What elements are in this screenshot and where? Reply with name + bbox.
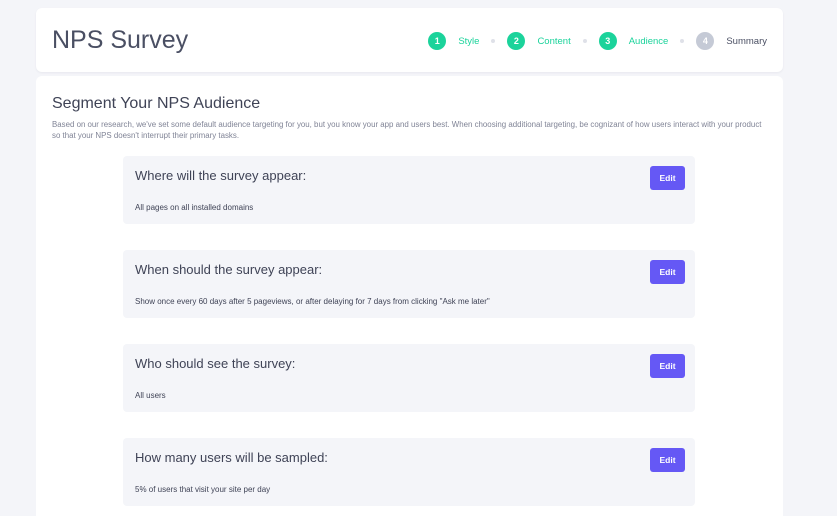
step-separator xyxy=(582,39,587,43)
step-separator xyxy=(680,39,685,43)
section-description: Based on our research, we've set some de… xyxy=(52,120,762,140)
edit-timing-button[interactable]: Edit xyxy=(650,260,685,284)
step-content[interactable]: 2 Content xyxy=(507,32,571,50)
page-title: NPS Survey xyxy=(52,26,189,54)
setting-value: All users xyxy=(135,391,166,400)
setting-question: Who should see the survey: xyxy=(135,356,296,371)
step-summary[interactable]: 4 Summary xyxy=(696,32,767,50)
setting-question: When should the survey appear: xyxy=(135,262,323,277)
step-style[interactable]: 1 Style xyxy=(428,32,479,50)
audience-panel: Segment Your NPS Audience Based on our r… xyxy=(36,76,783,516)
step-audience[interactable]: 3 Audience xyxy=(598,32,669,50)
step-label: Style xyxy=(458,35,480,47)
setting-value: All pages on all installed domains xyxy=(135,203,254,212)
step-number: 3 xyxy=(598,32,617,50)
step-label: Content xyxy=(537,35,571,47)
step-number: 4 xyxy=(696,32,715,50)
setting-audience: Who should see the survey: All users Edi… xyxy=(123,344,695,412)
setting-location: Where will the survey appear: All pages … xyxy=(123,156,695,224)
setting-question: Where will the survey appear: xyxy=(135,168,307,183)
setting-timing: When should the survey appear: Show once… xyxy=(123,250,695,318)
setting-question: How many users will be sampled: xyxy=(135,450,328,465)
step-label: Audience xyxy=(628,35,669,47)
stepper: 1 Style 2 Content 3 Audience 4 Summary xyxy=(428,32,767,50)
step-label: Summary xyxy=(726,35,767,47)
step-number: 2 xyxy=(507,32,526,50)
edit-location-button[interactable]: Edit xyxy=(650,166,685,190)
edit-sampling-button[interactable]: Edit xyxy=(650,448,685,472)
setting-value: 5% of users that visit your site per day xyxy=(135,485,271,494)
step-number: 1 xyxy=(428,32,447,50)
setting-value: Show once every 60 days after 5 pageview… xyxy=(135,297,490,306)
edit-audience-button[interactable]: Edit xyxy=(650,354,685,378)
section-title: Segment Your NPS Audience xyxy=(52,95,261,112)
setting-sampling: How many users will be sampled: 5% of us… xyxy=(123,438,695,506)
step-separator xyxy=(491,39,496,43)
header-card: NPS Survey 1 Style 2 Content 3 Audience … xyxy=(36,8,783,72)
